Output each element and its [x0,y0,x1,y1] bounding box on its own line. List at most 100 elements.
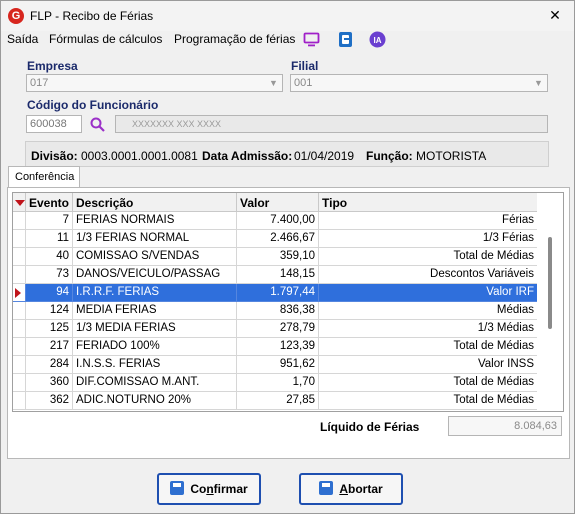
app-logo-icon: G [8,8,24,24]
row-indicator [13,230,26,248]
row-indicator [13,284,26,302]
cell-valor: 278,79 [237,320,319,338]
column-valor[interactable]: Valor [237,193,319,212]
table-row[interactable]: 284 I.N.S.S. FERIAS 951,62 Valor INSS [13,356,538,374]
tab-strip: Conferência [7,166,570,188]
table-row[interactable]: 40 COMISSAO S/VENDAS 359,10 Total de Médias [13,248,538,266]
cell-descricao: FERIADO 100% [73,338,237,356]
table-row[interactable]: 94 I.R.R.F. FERIAS 1.797,44 Valor IRF [13,284,538,302]
cell-descricao: 1/3 MEDIA FERIAS [73,320,237,338]
row-indicator [13,266,26,284]
funcionario-code-value: 600038 [30,118,67,130]
window-title: FLP - Recibo de Férias [30,9,154,23]
cell-tipo: 1/3 Médias [319,320,538,338]
eventos-grid: Evento Descrição Valor Tipo 7 FERIAS NORM… [12,192,564,412]
filial-select[interactable]: 001 ▼ [290,74,548,92]
cell-tipo: Total de Médias [319,338,538,356]
abortar-button[interactable]: Abortar [299,473,403,505]
search-icon[interactable] [89,116,106,133]
cell-descricao: FERIAS NORMAIS [73,212,237,230]
row-indicator [13,320,26,338]
empresa-value: 017 [30,77,49,89]
cell-valor: 359,10 [237,248,319,266]
table-row[interactable]: 360 DIF.COMISSAO M.ANT. 1,70 Total de Média… [13,374,538,392]
cell-descricao: 1/3 FERIAS NORMAL [73,230,237,248]
funcionario-code-field[interactable]: 600038 [26,115,82,133]
header-indicator [13,193,26,212]
table-row[interactable]: 11 1/3 FERIAS NORMAL 2.466,67 1/3 Férias [13,230,538,248]
cell-evento: 40 [26,248,73,266]
ai-icon[interactable]: IA [369,31,386,48]
funcao-label: Função: [366,149,413,163]
cell-valor: 951,62 [237,356,319,374]
funcionario-label: Código do Funcionário [27,98,159,112]
cell-descricao: DIF.COMISSAO M.ANT. [73,374,237,392]
sort-indicator-icon [15,200,25,206]
cell-evento: 125 [26,320,73,338]
row-indicator [13,356,26,374]
table-row[interactable]: 362 ADIC.NOTURNO 20% 27,85 Total de Médias [13,392,538,410]
cell-descricao: I.N.S.S. FERIAS [73,356,237,374]
close-button[interactable]: ✕ [546,6,564,24]
cell-tipo: Total de Médias [319,392,538,410]
funcionario-name-field: XXXXXXX XXX XXXX [115,115,548,133]
scrollbar-thumb[interactable] [548,237,552,329]
table-row[interactable]: 125 1/3 MEDIA FERIAS 278,79 1/3 Médias [13,320,538,338]
column-evento[interactable]: Evento [26,193,73,212]
cell-tipo: Total de Médias [319,248,538,266]
confirmar-label-a: Co [190,482,207,496]
row-indicator [13,212,26,230]
cell-tipo: Descontos Variáveis [319,266,538,284]
book-icon[interactable] [337,31,354,48]
menu-formulas-calculos[interactable]: Fórmulas de cálculos [49,32,162,46]
cell-evento: 360 [26,374,73,392]
row-indicator [13,248,26,266]
confirmar-button[interactable]: Confirmar [157,473,261,505]
cell-descricao: I.R.R.F. FERIAS [73,284,237,302]
vertical-scrollbar[interactable] [537,193,563,411]
liquido-value: 8.084,63 [448,416,562,436]
current-row-arrow-icon [15,288,21,298]
funcionario-name-value: XXXXXXX XXX XXXX [132,119,222,129]
cell-evento: 284 [26,356,73,374]
title-bar: G FLP - Recibo de Férias ✕ [1,1,574,31]
funcao-value: MOTORISTA [416,149,487,163]
admissao-label: Data Admissão: [202,149,293,163]
empresa-label: Empresa [27,59,78,73]
table-row[interactable]: 73 DANOS/VEICULO/PASSAG 148,15 Descontos Va… [13,266,538,284]
divisao-value: 0003.0001.0001.0081 [81,149,198,163]
cell-evento: 124 [26,302,73,320]
cell-evento: 94 [26,284,73,302]
cell-tipo: Total de Médias [319,374,538,392]
menu-programacao-ferias[interactable]: Programação de férias [174,32,295,46]
cell-descricao: DANOS/VEICULO/PASSAG [73,266,237,284]
conferencia-panel: Evento Descrição Valor Tipo 7 FERIAS NORM… [7,187,570,459]
cell-descricao: MEDIA FERIAS [73,302,237,320]
abortar-label-u: A [339,482,348,496]
confirmar-label-u: n [206,482,214,496]
recibo-ferias-window: G FLP - Recibo de Férias ✕ Saída Fórmula… [0,0,575,514]
divisao-label: Divisão: [31,149,78,163]
chevron-down-icon: ▼ [534,78,543,88]
tab-conferencia[interactable]: Conferência [8,166,80,188]
row-indicator [13,302,26,320]
column-tipo[interactable]: Tipo [319,193,538,212]
employee-info-bar: Divisão: 0003.0001.0001.0081 Data Admiss… [25,141,549,167]
cell-evento: 217 [26,338,73,356]
cell-tipo: Valor IRF [319,284,538,302]
menu-saida[interactable]: Saída [7,32,38,46]
admissao-value: 01/04/2019 [294,149,355,163]
table-row[interactable]: 7 FERIAS NORMAIS 7.400,00 Férias [13,212,538,230]
ai-icon-label: IA [374,36,382,45]
cell-evento: 7 [26,212,73,230]
empresa-select[interactable]: 017 ▼ [26,74,283,92]
table-row[interactable]: 124 MEDIA FERIAS 836,38 Médias [13,302,538,320]
cell-valor: 123,39 [237,338,319,356]
column-descricao[interactable]: Descrição [73,193,237,212]
save-disk-icon [319,481,334,495]
confirmar-label-b: firmar [213,482,248,496]
cell-valor: 148,15 [237,266,319,284]
monitor-icon[interactable] [303,31,320,48]
row-indicator [13,392,26,410]
table-row[interactable]: 217 FERIADO 100% 123,39 Total de Médias [13,338,538,356]
